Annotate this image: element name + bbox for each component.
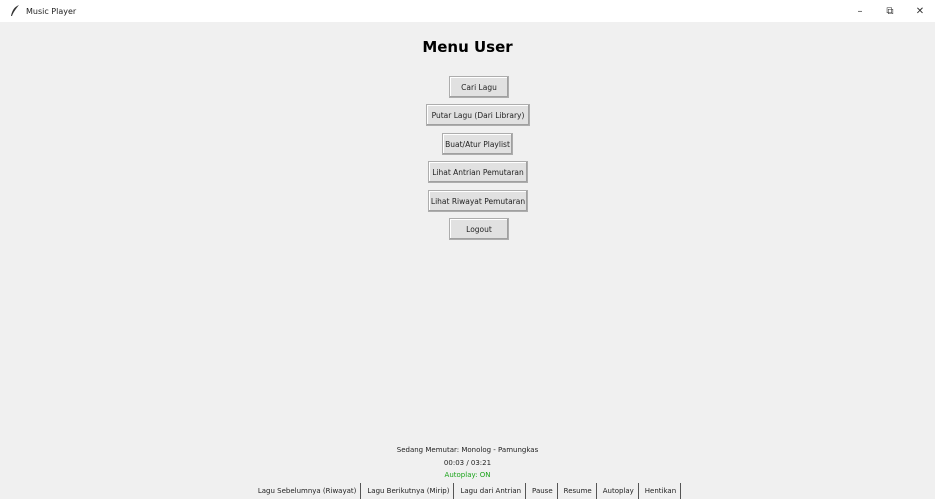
minimize-button[interactable]: – — [845, 0, 875, 22]
playback-controls: Lagu Sebelumnya (Riwayat) Lagu Berikutny… — [0, 483, 935, 499]
autoplay-button[interactable]: Autoplay — [598, 483, 639, 499]
lihat-antrian-button[interactable]: Lihat Antrian Pemutaran — [428, 161, 528, 183]
page-title: Menu User — [422, 38, 513, 56]
music-player-window: Music Player – ⧉ ✕ Menu User Cari Lagu P… — [0, 0, 935, 499]
queue-song-button[interactable]: Lagu dari Antrian — [456, 483, 527, 499]
maximize-button[interactable]: ⧉ — [875, 0, 905, 22]
playback-time: 00:03 / 03:21 — [443, 459, 492, 467]
logout-button[interactable]: Logout — [449, 218, 509, 240]
lihat-riwayat-button[interactable]: Lihat Riwayat Pemutaran — [428, 190, 528, 212]
previous-song-button[interactable]: Lagu Sebelumnya (Riwayat) — [253, 483, 362, 499]
autoplay-status: Autoplay: ON — [444, 471, 491, 479]
stop-button[interactable]: Hentikan — [640, 483, 682, 499]
pause-button[interactable]: Pause — [528, 483, 558, 499]
feather-icon — [8, 4, 22, 18]
next-song-button[interactable]: Lagu Berikutnya (Mirip) — [363, 483, 455, 499]
now-playing-label: Sedang Memutar: Monolog - Pamungkas — [396, 446, 539, 454]
title-bar: Music Player – ⧉ ✕ — [0, 0, 935, 22]
buat-playlist-button[interactable]: Buat/Atur Playlist — [442, 133, 513, 155]
cari-lagu-button[interactable]: Cari Lagu — [449, 76, 509, 98]
putar-lagu-button[interactable]: Putar Lagu (Dari Library) — [426, 104, 530, 126]
resume-button[interactable]: Resume — [559, 483, 597, 499]
window-controls: – ⧉ ✕ — [845, 0, 935, 22]
close-button[interactable]: ✕ — [905, 0, 935, 22]
window-title: Music Player — [26, 6, 77, 16]
